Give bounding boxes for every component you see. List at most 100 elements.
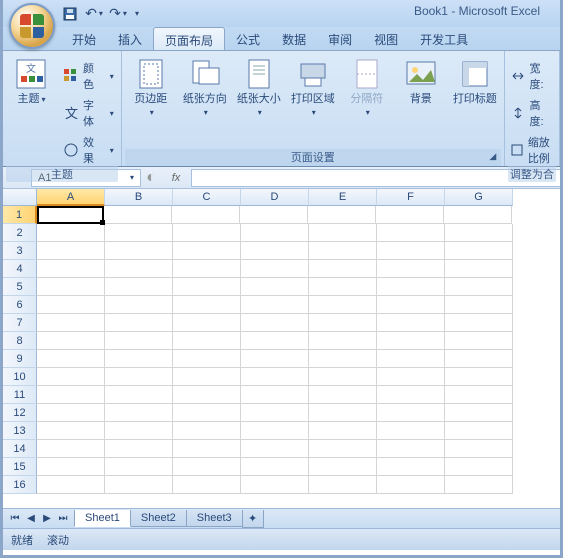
nav-next-icon[interactable]: ▶: [39, 513, 55, 524]
save-button[interactable]: [61, 5, 79, 23]
cell[interactable]: [309, 476, 377, 494]
cell[interactable]: [377, 386, 445, 404]
cell[interactable]: [241, 404, 309, 422]
col-header-a[interactable]: A: [37, 189, 105, 206]
row-header[interactable]: 5: [3, 278, 37, 296]
cell[interactable]: [105, 278, 173, 296]
row-header[interactable]: 11: [3, 386, 37, 404]
cell[interactable]: [241, 350, 309, 368]
cell[interactable]: [309, 224, 377, 242]
col-header-e[interactable]: E: [309, 189, 377, 206]
cell[interactable]: [37, 332, 105, 350]
col-header-g[interactable]: G: [445, 189, 513, 206]
cell[interactable]: [172, 206, 240, 224]
cell[interactable]: [445, 260, 513, 278]
cell[interactable]: [105, 422, 173, 440]
cell[interactable]: [445, 278, 513, 296]
cell[interactable]: [445, 476, 513, 494]
cell[interactable]: [105, 260, 173, 278]
row-header[interactable]: 1: [3, 206, 37, 224]
cell[interactable]: [173, 422, 241, 440]
col-header-b[interactable]: B: [105, 189, 173, 206]
cell[interactable]: [173, 296, 241, 314]
cell[interactable]: [240, 206, 308, 224]
tab-review[interactable]: 审阅: [317, 27, 363, 50]
cell[interactable]: [377, 278, 445, 296]
print-area-button[interactable]: 打印区域▾: [287, 54, 339, 123]
cell[interactable]: [241, 332, 309, 350]
redo-button[interactable]: ↷▾: [109, 5, 127, 23]
cell[interactable]: [445, 386, 513, 404]
cell[interactable]: [309, 368, 377, 386]
tab-data[interactable]: 数据: [271, 27, 317, 50]
col-header-c[interactable]: C: [173, 189, 241, 206]
cell[interactable]: [309, 278, 377, 296]
print-titles-button[interactable]: 打印标题: [449, 54, 501, 110]
breaks-button[interactable]: 分隔符▾: [341, 54, 393, 123]
cell[interactable]: [37, 386, 105, 404]
col-header-f[interactable]: F: [377, 189, 445, 206]
cell[interactable]: [37, 278, 105, 296]
cell[interactable]: [445, 242, 513, 260]
row-header[interactable]: 9: [3, 350, 37, 368]
chevron-down-icon[interactable]: ▾: [130, 173, 134, 182]
sheet-tab-2[interactable]: Sheet2: [130, 510, 187, 527]
cell[interactable]: [37, 476, 105, 494]
expand-fx-icon[interactable]: ◐: [141, 169, 161, 187]
cell[interactable]: [309, 332, 377, 350]
row-header[interactable]: 10: [3, 368, 37, 386]
cell[interactable]: [105, 296, 173, 314]
cell[interactable]: [309, 386, 377, 404]
cell[interactable]: [445, 368, 513, 386]
tab-view[interactable]: 视图: [363, 27, 409, 50]
effects-button[interactable]: 效果▾: [63, 134, 114, 166]
cell[interactable]: [173, 260, 241, 278]
row-header[interactable]: 7: [3, 314, 37, 332]
cell[interactable]: [37, 350, 105, 368]
cell[interactable]: [105, 440, 173, 458]
tab-formulas[interactable]: 公式: [225, 27, 271, 50]
cell[interactable]: [105, 242, 173, 260]
row-header[interactable]: 3: [3, 242, 37, 260]
cell[interactable]: [445, 422, 513, 440]
cell[interactable]: [37, 206, 104, 224]
row-header[interactable]: 12: [3, 404, 37, 422]
cell[interactable]: [37, 368, 105, 386]
cell[interactable]: [173, 368, 241, 386]
cell[interactable]: [377, 224, 445, 242]
cell[interactable]: [173, 386, 241, 404]
cell[interactable]: [377, 368, 445, 386]
cell[interactable]: [173, 440, 241, 458]
cell[interactable]: [377, 314, 445, 332]
row-header[interactable]: 15: [3, 458, 37, 476]
cell[interactable]: [105, 314, 173, 332]
cell[interactable]: [377, 242, 445, 260]
row-header[interactable]: 8: [3, 332, 37, 350]
cell[interactable]: [105, 458, 173, 476]
cell[interactable]: [241, 368, 309, 386]
cell[interactable]: [173, 314, 241, 332]
cell[interactable]: [445, 314, 513, 332]
colors-button[interactable]: 颜色▾: [63, 60, 114, 92]
cell[interactable]: [241, 476, 309, 494]
row-header[interactable]: 6: [3, 296, 37, 314]
cell[interactable]: [309, 440, 377, 458]
cell[interactable]: [241, 422, 309, 440]
height-control[interactable]: 高度:: [510, 97, 554, 129]
fx-button[interactable]: fx: [161, 172, 191, 184]
cell[interactable]: [241, 386, 309, 404]
cell[interactable]: [173, 458, 241, 476]
nav-last-icon[interactable]: ⏭: [55, 513, 71, 524]
cell[interactable]: [309, 422, 377, 440]
cell[interactable]: [105, 386, 173, 404]
page-setup-launcher-icon[interactable]: ◢: [487, 151, 499, 163]
themes-button[interactable]: 文 主题▾: [6, 54, 57, 110]
cell[interactable]: [445, 332, 513, 350]
cell[interactable]: [105, 404, 173, 422]
cell[interactable]: [173, 224, 241, 242]
sheet-tab-3[interactable]: Sheet3: [186, 510, 243, 527]
cell[interactable]: [105, 368, 173, 386]
cell[interactable]: [105, 224, 173, 242]
cell[interactable]: [445, 296, 513, 314]
new-sheet-button[interactable]: ✦: [242, 510, 264, 528]
